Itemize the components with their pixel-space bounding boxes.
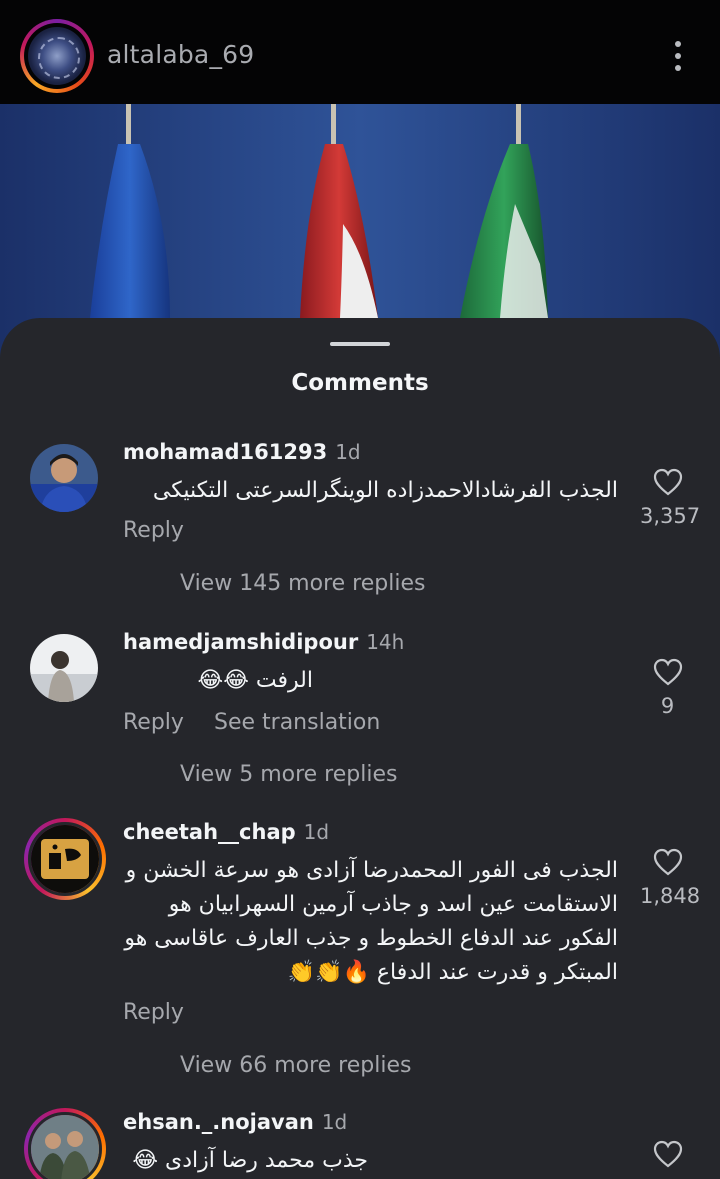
reply-button[interactable]: Reply	[123, 710, 184, 735]
comment-username[interactable]: mohamad161293	[123, 440, 327, 464]
comments-sheet: Comments mohamad161293 1d الجذب الفرشادال…	[0, 318, 720, 1179]
avatar[interactable]	[24, 818, 106, 900]
see-translation-button[interactable]: See translation	[214, 710, 380, 735]
heart-outline-icon	[653, 658, 682, 686]
avatar[interactable]	[30, 634, 98, 702]
comment-text: الجذب فی الفور المحمدرضا آزادی هو سرعة ا…	[124, 858, 618, 985]
profile-avatar[interactable]	[20, 19, 94, 93]
view-more-replies[interactable]: View 66 more replies	[180, 1053, 411, 1078]
more-vertical-icon[interactable]	[666, 36, 690, 76]
comment-text: جذب محمد رضا آزادی 😂	[132, 1148, 368, 1173]
comment-username[interactable]: ehsan._.nojavan	[123, 1110, 314, 1134]
comment-text: الجذب الفرشادالاحمدزاده الوينگرالسرعتی ا…	[152, 478, 618, 503]
heart-outline-icon	[653, 848, 682, 876]
like-button[interactable]: 3,357	[640, 468, 701, 528]
like-button[interactable]: 9	[640, 658, 695, 718]
like-count: 3,357	[640, 504, 701, 528]
view-more-replies[interactable]: View 145 more replies	[180, 571, 425, 596]
like-count: 1,848	[640, 884, 701, 908]
comment-text: الرفت 😂😂	[197, 668, 313, 693]
avatar[interactable]	[30, 444, 98, 512]
reply-button[interactable]: Reply	[123, 1000, 184, 1025]
like-count: 9	[660, 694, 675, 718]
profile-logo	[28, 27, 86, 85]
comment-time: 1d	[335, 440, 361, 464]
avatar[interactable]	[24, 1108, 106, 1179]
comment-username[interactable]: cheetah__chap	[123, 820, 296, 844]
heart-outline-icon	[653, 468, 682, 496]
comment-time: 1d	[303, 820, 330, 844]
sheet-title: Comments	[291, 370, 429, 396]
comment-time: 1d	[321, 1110, 348, 1134]
post-header: altalaba_69	[0, 0, 720, 104]
like-button[interactable]	[640, 1140, 695, 1168]
like-button[interactable]: 1,848	[640, 848, 701, 908]
profile-username[interactable]: altalaba_69	[107, 40, 254, 69]
heart-outline-icon	[653, 1140, 682, 1168]
sheet-drag-handle[interactable]	[330, 342, 390, 346]
comment-username[interactable]: hamedjamshidipour	[123, 630, 358, 654]
reply-button[interactable]: Reply	[123, 518, 184, 543]
comment-time: 14h	[366, 630, 405, 654]
view-more-replies[interactable]: View 5 more replies	[180, 762, 397, 787]
